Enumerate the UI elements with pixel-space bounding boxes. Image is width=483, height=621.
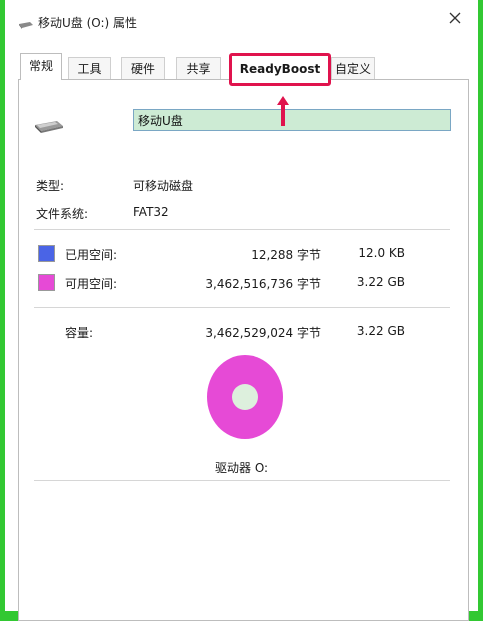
capacity-label: 容量:	[65, 326, 94, 340]
tab-general[interactable]: 常规	[20, 53, 62, 80]
capacity-bytes: 3,462,529,024 字节	[205, 326, 321, 340]
used-space-size: 12.0 KB	[358, 246, 405, 260]
general-panel	[18, 79, 469, 621]
free-space-swatch	[38, 274, 55, 291]
divider	[34, 229, 450, 230]
usb-drive-large-icon	[33, 119, 65, 136]
properties-window: 移动U盘 (O:) 属性 常规 工具 硬件 共享 ReadyBoost 自定义 …	[5, 0, 478, 621]
close-button[interactable]	[442, 8, 468, 30]
annotation-arrow-icon	[277, 96, 289, 126]
title-bar[interactable]: 移动U盘 (O:) 属性	[5, 0, 478, 40]
close-icon	[449, 12, 461, 24]
tab-customize[interactable]: 自定义	[331, 57, 375, 79]
free-space-label: 可用空间:	[65, 277, 118, 291]
tab-tools[interactable]: 工具	[68, 57, 111, 79]
tab-sharing[interactable]: 共享	[176, 57, 221, 79]
type-label: 类型:	[36, 179, 65, 193]
filesystem-value: FAT32	[133, 205, 169, 219]
used-space-label: 已用空间:	[65, 248, 118, 262]
drive-name-input[interactable]	[133, 109, 451, 131]
tab-hardware[interactable]: 硬件	[121, 57, 165, 79]
filesystem-label: 文件系统:	[36, 207, 89, 221]
disk-usage-pie	[207, 355, 283, 439]
free-space-size: 3.22 GB	[356, 275, 405, 289]
used-space-swatch	[38, 245, 55, 262]
free-space-bytes: 3,462,516,736 字节	[205, 277, 321, 291]
used-space-bytes: 12,288 字节	[251, 248, 321, 262]
type-value: 可移动磁盘	[133, 179, 194, 193]
window-title: 移动U盘 (O:) 属性	[38, 16, 138, 30]
capacity-size: 3.22 GB	[356, 324, 405, 338]
usb-drive-icon	[18, 18, 34, 32]
drive-caption: 驱动器 O:	[215, 461, 269, 475]
tab-readyboost[interactable]: ReadyBoost	[229, 53, 331, 86]
divider	[34, 480, 450, 481]
divider	[34, 307, 450, 308]
